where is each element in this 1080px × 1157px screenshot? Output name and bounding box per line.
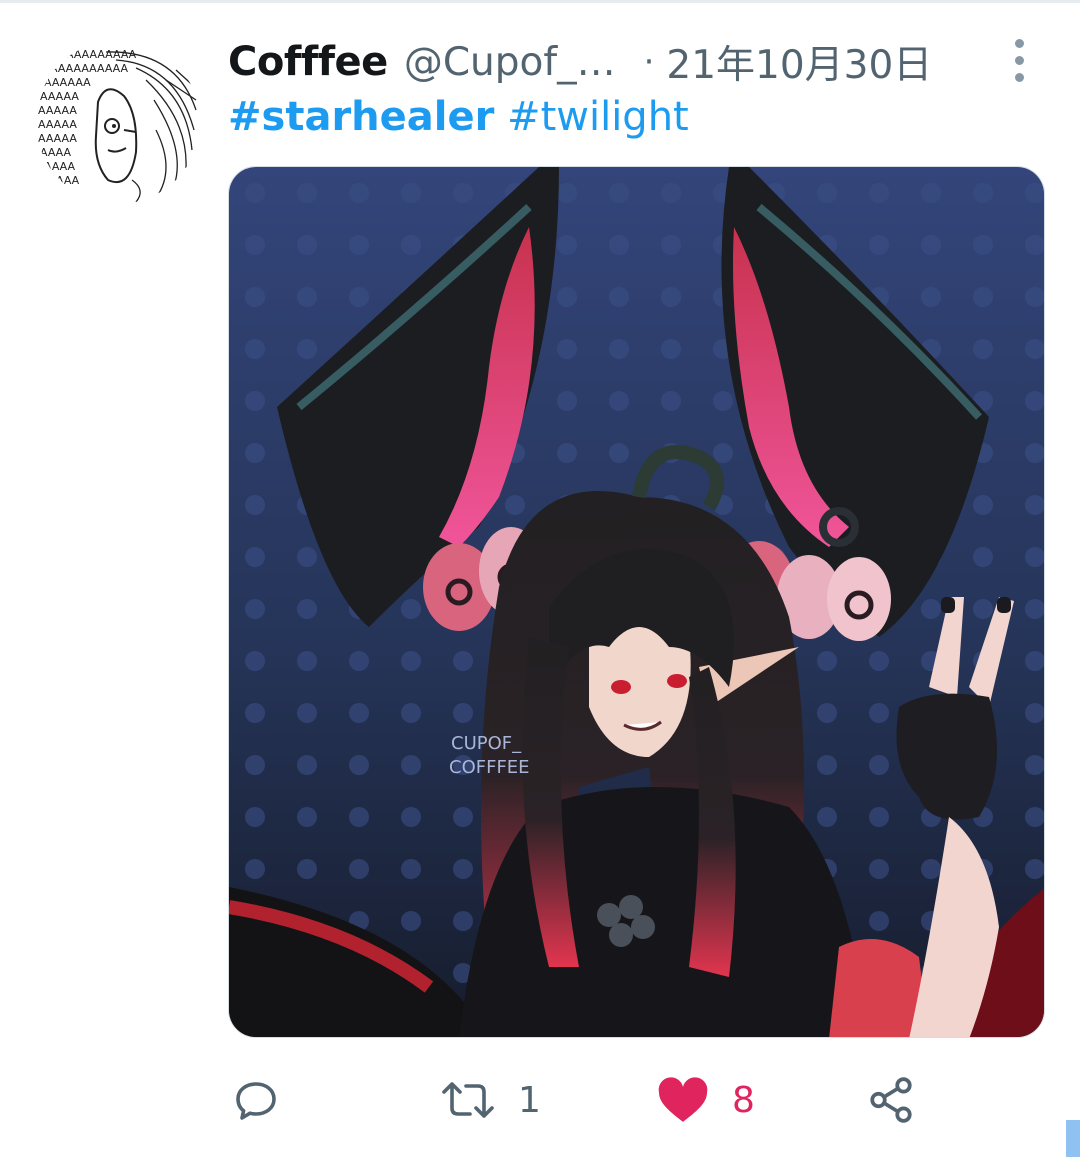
top-divider: [0, 0, 1080, 3]
avatar-drawing: AAAAAAAAA AAAAAAAAAA AAAAAA AAAAA AAAAA …: [36, 40, 200, 204]
tweet-card[interactable]: AAAAAAAAA AAAAAAAAAA AAAAAA AAAAA AAAAA …: [0, 0, 1080, 1157]
user-handle[interactable]: @Cupof_…: [404, 40, 616, 85]
svg-text:AAAAA: AAAAA: [38, 104, 77, 117]
svg-text:AAA: AAA: [56, 174, 80, 187]
hashtag-link[interactable]: #starhealer: [228, 94, 494, 140]
svg-text:AAAAAAAAAA: AAAAAAAAAA: [50, 62, 128, 75]
like-button[interactable]: 8: [656, 1070, 755, 1130]
display-name[interactable]: Cofffee: [228, 39, 388, 85]
tweet-text: #starhealer #twilight: [228, 94, 689, 146]
vertical-ellipsis-icon[interactable]: [1004, 36, 1034, 86]
svg-text:AAAAAAAAA: AAAAAAAAA: [66, 48, 137, 61]
svg-text:AAAA: AAAA: [44, 160, 75, 173]
watermark-line-2: COFFFEE: [449, 757, 530, 778]
svg-text:AAAA: AAAA: [40, 146, 71, 159]
share-button[interactable]: [866, 1070, 916, 1130]
hashtag-link[interactable]: #twilight: [507, 94, 689, 140]
scroll-indicator: [1066, 1120, 1080, 1157]
speech-bubble-icon: [236, 1082, 276, 1120]
tweet-header: Cofffee @Cupof_… · 21年10月30日: [228, 34, 932, 90]
share-nodes-icon: [870, 1077, 912, 1123]
svg-text:AAAAA: AAAAA: [40, 90, 79, 103]
retweet-arrows-icon: [442, 1082, 494, 1118]
tweet-image[interactable]: CUPOF_ COFFFEE: [228, 166, 1045, 1038]
retweet-button[interactable]: 1: [440, 1070, 541, 1130]
heart-filled-icon: [658, 1077, 708, 1122]
artwork-illustration: CUPOF_ COFFFEE: [229, 167, 1044, 1037]
svg-text:AAAAA: AAAAA: [38, 132, 77, 145]
retweet-count: 1: [518, 1079, 541, 1121]
watermark-line-1: CUPOF_: [451, 733, 522, 754]
separator-dot: ·: [643, 42, 655, 82]
tweet-date[interactable]: 21年10月30日: [666, 34, 932, 90]
svg-text:AAAAA: AAAAA: [38, 118, 77, 131]
reply-button[interactable]: [232, 1070, 280, 1130]
svg-text:AAAAAA: AAAAAA: [44, 76, 91, 89]
avatar[interactable]: AAAAAAAAA AAAAAAAAAA AAAAAA AAAAA AAAAA …: [36, 40, 200, 204]
like-count: 8: [732, 1079, 755, 1121]
